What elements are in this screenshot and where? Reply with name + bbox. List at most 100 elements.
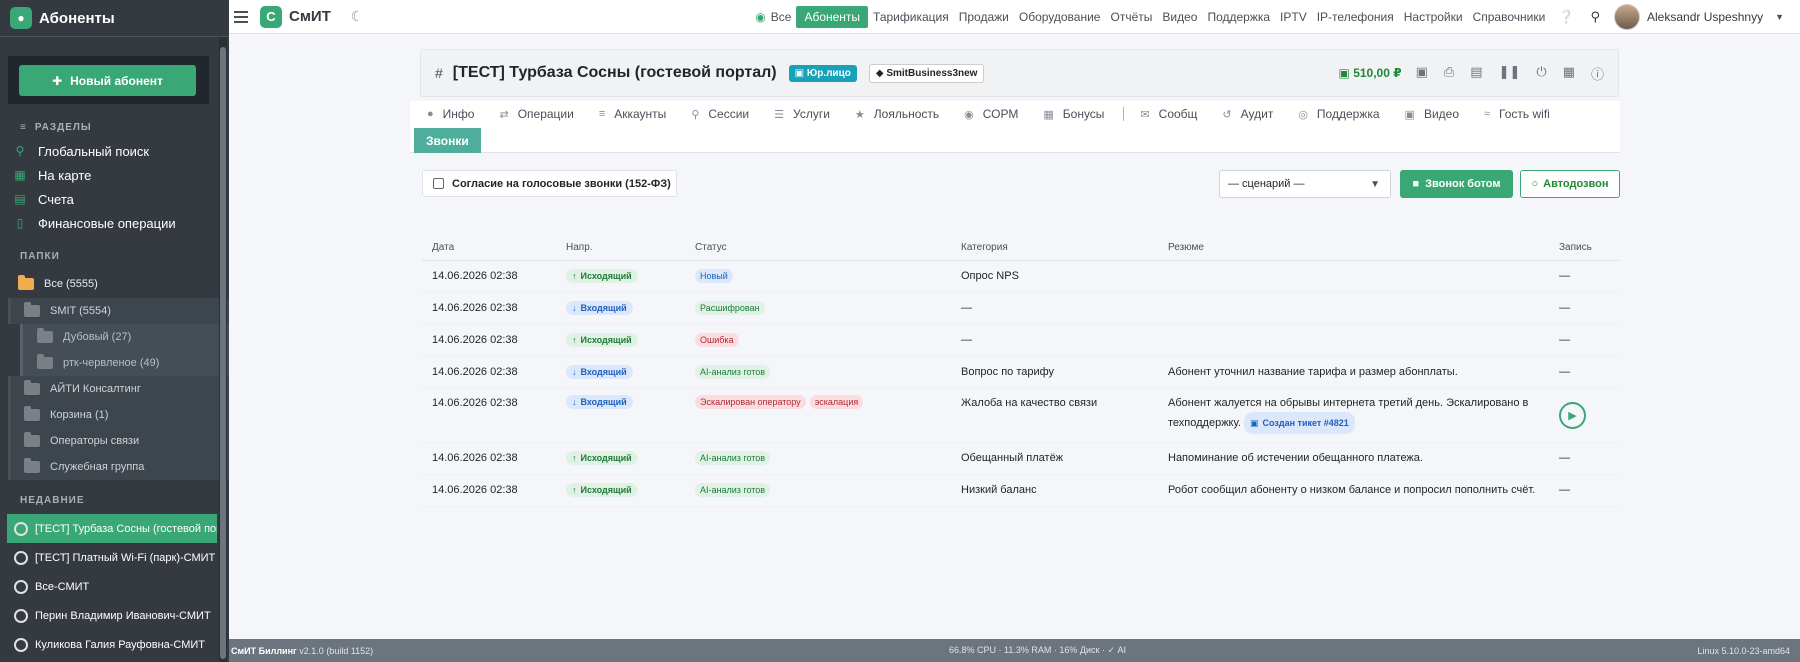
tab-messages[interactable]: ✉ Сообщ <box>1140 107 1197 121</box>
nav-invoices[interactable]: ▤ Счета <box>0 187 229 211</box>
col-direction[interactable]: Напр. <box>556 235 685 261</box>
recent-item-3[interactable]: Перин Владимир Иванович-СМИТ <box>0 601 229 630</box>
tab-support[interactable]: ◎ Поддержка <box>1298 107 1379 121</box>
hamburger-icon[interactable] <box>234 10 248 23</box>
tab-calls[interactable]: Звонки <box>414 128 481 153</box>
tab-sorm[interactable]: ◉ СОРМ <box>964 107 1018 121</box>
power-icon[interactable]: ⏻ <box>1536 64 1546 83</box>
table-row[interactable]: 14.06.2026 02:38 ↑ Исходящий Новый Опрос … <box>422 260 1619 293</box>
sidebar-brand-title: Абоненты <box>39 9 115 27</box>
folder-operators[interactable]: Операторы связи <box>8 428 229 454</box>
arrow-up-icon: ↑ <box>572 335 577 345</box>
folder-dubovy[interactable]: Дубовый (27) <box>20 324 229 350</box>
checkbox[interactable] <box>433 178 444 189</box>
nav-global-search[interactable]: ⚲ Глобальный поиск <box>0 139 229 163</box>
recent-item-label: Куликова Галия Рауфовна-СМИТ <box>35 638 206 651</box>
bot-call-button[interactable]: ■ Звонок ботом <box>1400 170 1513 198</box>
menu-settings[interactable]: Настройки <box>1399 6 1468 28</box>
recent-item-1[interactable]: [ТЕСТ] Платный Wi-Fi (парк)-СМИТ <box>0 543 229 572</box>
chevron-down-icon: ▼ <box>1370 178 1380 190</box>
folder-service[interactable]: Служебная группа <box>8 454 229 480</box>
table-row[interactable]: 14.06.2026 02:38 ↑ Исходящий AI-анализ го… <box>422 442 1619 475</box>
folder-all[interactable]: Все (5555) <box>0 270 229 298</box>
menu-ip-telephony[interactable]: IP-телефония <box>1312 6 1399 28</box>
menu-references[interactable]: Справочники <box>1468 6 1551 28</box>
menu-sales[interactable]: Продажи <box>954 6 1014 28</box>
menu-subscribers[interactable]: Абоненты <box>796 5 869 28</box>
new-subscriber-button[interactable]: ✚ Новый абонент <box>19 65 196 96</box>
table-row[interactable]: 14.06.2026 02:38 ↓ Входящий Эскалирован о… <box>422 388 1619 443</box>
col-date[interactable]: Дата <box>422 235 556 261</box>
table-row[interactable]: 14.06.2026 02:38 ↓ Входящий Расшифрован —… <box>422 292 1619 325</box>
search-icon[interactable]: ⚲ <box>1582 9 1608 25</box>
save-icon[interactable]: ▣ <box>1416 64 1428 83</box>
print-icon[interactable]: ⎙ <box>1444 64 1454 83</box>
recent-item-4[interactable]: Куликова Галия Рауфовна-СМИТ <box>0 630 229 659</box>
tab-video[interactable]: ▣ Видео <box>1405 107 1459 121</box>
menu-video[interactable]: Видео <box>1157 6 1202 28</box>
tab-bonuses[interactable]: ▦ Бонусы <box>1043 107 1104 121</box>
help-icon[interactable]: ❔ <box>1550 9 1582 25</box>
chevron-down-icon[interactable]: ▼ <box>1775 12 1784 22</box>
tab-loyalty[interactable]: ★ Лояльность <box>855 107 939 121</box>
table-row[interactable]: 14.06.2026 02:38 ↑ Исходящий AI-анализ го… <box>422 474 1619 507</box>
info-icon[interactable]: ⓘ <box>1591 64 1604 83</box>
tab-guest-wifi-label: Гость wifi <box>1499 107 1550 121</box>
sidebar-scrollbar[interactable] <box>219 37 227 662</box>
folder-smit[interactable]: SMIT (5554) <box>8 298 229 324</box>
col-status[interactable]: Статус <box>685 235 951 261</box>
tab-operations[interactable]: ⇄ Операции <box>499 107 573 121</box>
col-summary[interactable]: Резюме <box>1158 235 1549 261</box>
tab-info-label: Инфо <box>442 107 475 121</box>
folder-open-icon <box>18 275 34 290</box>
cell-summary: Напоминание об истечении обещанного плат… <box>1158 442 1549 475</box>
sidebar-scrollbar-thumb[interactable] <box>220 47 226 659</box>
tab-audit[interactable]: ↺ Аудит <box>1222 107 1273 121</box>
sidebar-brand[interactable]: ● Абоненты <box>0 0 229 37</box>
recent-item-0[interactable]: [ТЕСТ] Турбаза Сосны (гостевой портал) <box>7 514 217 543</box>
globe-icon: ◉ <box>755 9 766 24</box>
cell-record: — <box>1549 260 1619 293</box>
tab-guest-wifi[interactable]: ≈ Гость wifi <box>1484 107 1550 121</box>
ticket-link[interactable]: ▣ Создан тикет #4821 <box>1244 411 1355 434</box>
autodial-button[interactable]: ○ Автодозвон <box>1520 170 1620 198</box>
menu-all[interactable]: ◉ Все <box>750 6 796 28</box>
play-icon[interactable]: ▶ <box>1559 401 1586 429</box>
recent-item-2[interactable]: Все-СМИТ <box>0 572 229 601</box>
recent-item-label: Все-СМИТ <box>35 580 90 593</box>
moon-icon[interactable]: ☾ <box>351 8 364 25</box>
document-icon[interactable]: ▤ <box>1470 64 1482 83</box>
tariff-tag-badge[interactable]: ◆ SmitBusiness3new <box>868 63 985 83</box>
pause-icon[interactable]: ❚❚ <box>1499 64 1521 83</box>
logo-badge[interactable]: С <box>260 5 282 28</box>
tab-services[interactable]: ☰ Услуги <box>774 107 830 121</box>
menu-support[interactable]: Поддержка <box>1202 6 1275 28</box>
cell-status: Новый <box>685 260 951 293</box>
nav-map[interactable]: ▦ На карте <box>0 163 229 187</box>
voice-consent-checkbox[interactable]: Согласие на голосовые звонки (152-ФЗ) <box>422 170 677 197</box>
table-row[interactable]: 14.06.2026 02:38 ↓ Входящий AI-анализ гот… <box>422 356 1619 389</box>
menu-equipment[interactable]: Оборудование <box>1014 6 1106 28</box>
tab-sessions[interactable]: ⚲ Сессии <box>691 107 749 121</box>
folder-rtk[interactable]: ртк-червленое (49) <box>20 350 229 376</box>
arrow-up-icon: ↑ <box>572 485 577 495</box>
scenario-select[interactable]: — сценарий — ▼ <box>1219 170 1391 198</box>
username[interactable]: Aleksandr Uspeshnyy <box>1647 10 1763 24</box>
cell-record: — <box>1549 474 1619 507</box>
folder-trash[interactable]: Корзина (1) <box>8 402 229 428</box>
status-badge: AI-анализ готов <box>695 483 771 497</box>
tab-accounts[interactable]: ≡ Аккаунты <box>599 107 666 121</box>
col-category[interactable]: Категория <box>951 235 1158 261</box>
tab-info[interactable]: ● Инфо <box>427 107 474 121</box>
menu-iptv[interactable]: IPTV <box>1275 6 1312 28</box>
nav-finance[interactable]: ▯ Финансовые операции <box>0 211 229 235</box>
menu-reports[interactable]: Отчёты <box>1105 6 1157 28</box>
logo-text[interactable]: СмИТ <box>289 8 331 25</box>
folder-it[interactable]: АЙТИ Консалтинг <box>8 376 229 402</box>
avatar[interactable] <box>1614 3 1641 30</box>
menu-tariffs[interactable]: Тарификация <box>868 6 954 28</box>
table-row[interactable]: 14.06.2026 02:38 ↑ Исходящий Ошибка — — <box>422 324 1619 357</box>
col-record[interactable]: Запись <box>1549 235 1619 261</box>
tab-bonuses-label: Бонусы <box>1062 107 1105 121</box>
trash-icon[interactable]: ▦ <box>1563 64 1575 83</box>
